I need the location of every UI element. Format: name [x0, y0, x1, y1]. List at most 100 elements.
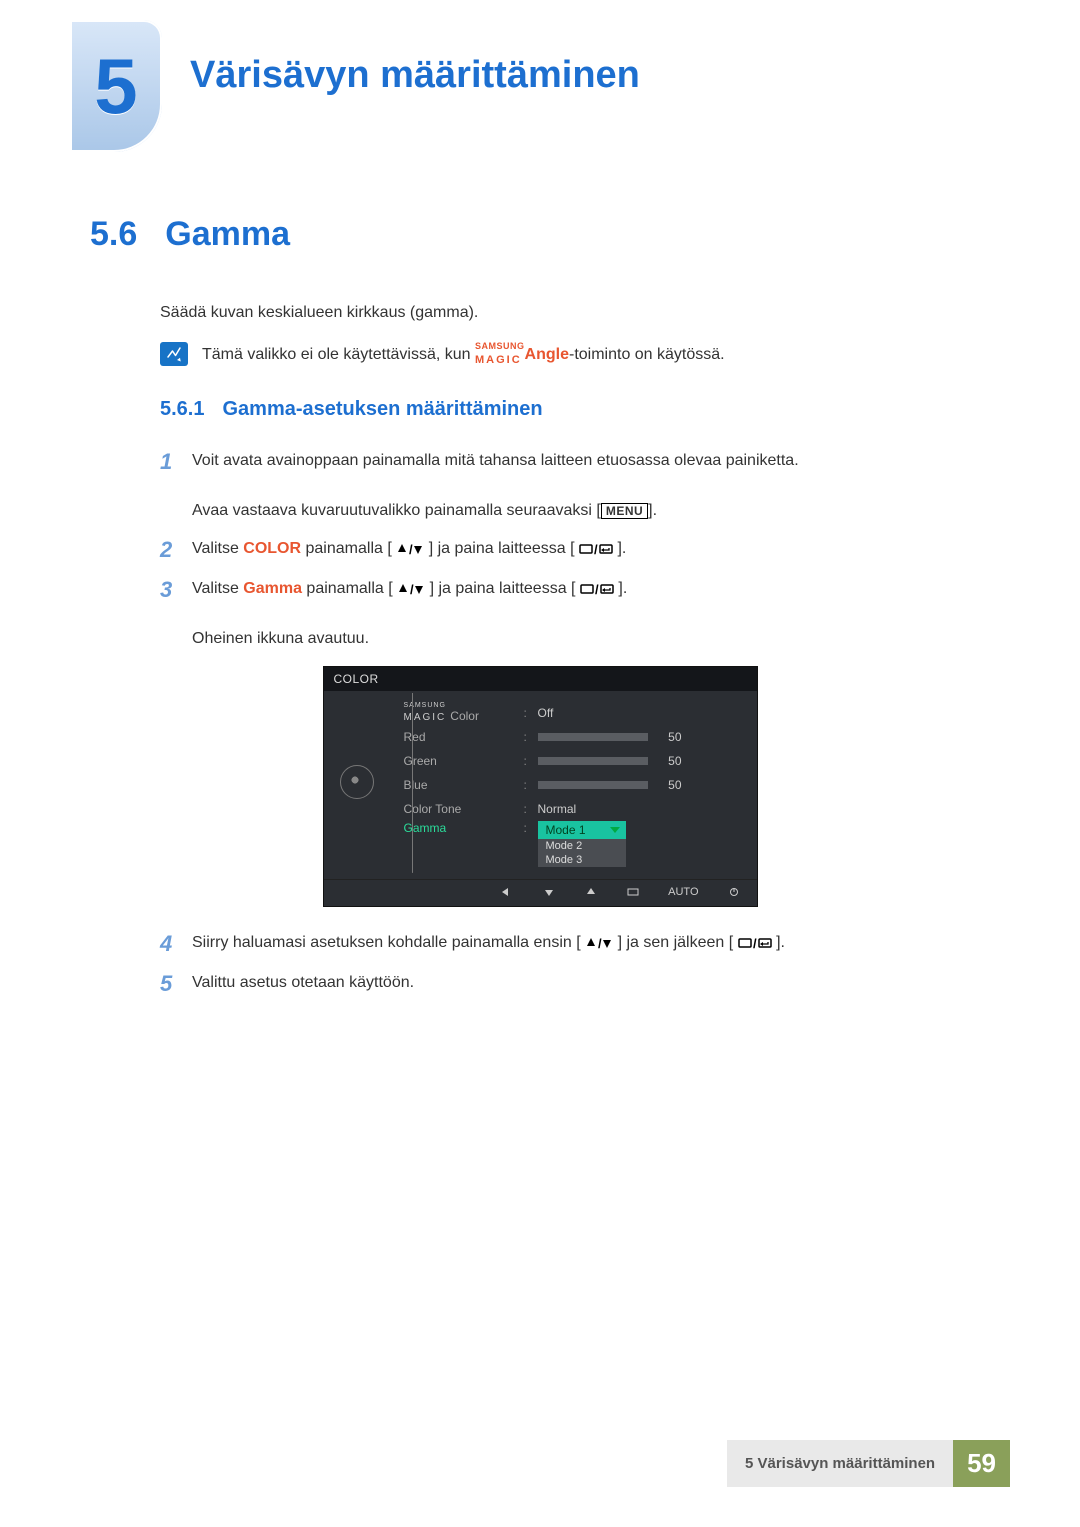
- step-3-mid: painamalla [: [302, 580, 393, 597]
- slider-bar: [538, 733, 648, 741]
- nav-auto-label: AUTO: [668, 886, 698, 898]
- subsection-heading: 5.6.1 Gamma-asetuksen määrittäminen: [160, 398, 990, 421]
- subsection-number: 5.6.1: [160, 398, 204, 421]
- step-3-after: Oheinen ikkuna avautuu.: [192, 630, 369, 647]
- step-2-end: ].: [617, 540, 626, 557]
- osd-row-magic-color: SAMSUNG MAGIC Color : Off: [404, 701, 739, 725]
- osd-label: SAMSUNG MAGIC Color: [404, 702, 524, 723]
- manual-page: 5 Värisävyn määrittäminen 5.6 Gamma Sääd…: [0, 0, 1080, 1527]
- svg-text:/: /: [598, 936, 602, 950]
- step-text: Voit avata avainoppaan painamalla mitä t…: [192, 449, 799, 523]
- step-3-mid2: ] ja paina laitteessa [: [430, 580, 576, 597]
- slider-bar: [538, 781, 648, 789]
- step-1-line1: Voit avata avainoppaan painamalla mitä t…: [192, 452, 799, 469]
- power-icon: [727, 886, 741, 898]
- step-2-pre: Valitse: [192, 540, 243, 557]
- slider-bar: [538, 757, 648, 765]
- nav-up-icon: [584, 886, 598, 898]
- up-down-arrow-icon: /: [396, 542, 424, 556]
- osd-row-red: Red : 50: [404, 725, 739, 749]
- step-2-mid: painamalla [: [301, 540, 392, 557]
- section-heading: 5.6 Gamma: [90, 215, 990, 254]
- step-1-line2-pre: Avaa vastaava kuvaruutuvalikko painamall…: [192, 502, 601, 519]
- svg-text:/: /: [595, 582, 599, 596]
- osd-row-green: Green : 50: [404, 749, 739, 773]
- step-text: Siirry haluamasi asetuksen kohdalle pain…: [192, 931, 785, 957]
- osd-left-column: [340, 701, 394, 873]
- step-text: Valitse Gamma painamalla [ / ] ja paina …: [192, 577, 627, 651]
- nav-down-icon: [542, 886, 556, 898]
- step-3-pre: Valitse: [192, 580, 243, 597]
- note-text: Tämä valikko ei ole käytettävissä, kun S…: [202, 342, 725, 368]
- step-text: Valittu asetus otetaan käyttöön.: [192, 971, 414, 997]
- osd-title: COLOR: [324, 667, 757, 691]
- step-5: 5 Valittu asetus otetaan käyttöön.: [160, 971, 990, 997]
- chapter-title: Värisävyn määrittäminen: [190, 54, 640, 97]
- osd-row-gamma: Gamma : Mode 1 Mode 2 Mode 3: [404, 821, 739, 867]
- note-text-prefix: Tämä valikko ei ole käytettävissä, kun: [202, 346, 475, 363]
- source-enter-icon: /: [579, 542, 613, 556]
- step-4-mid: ] ja sen jälkeen [: [618, 934, 734, 951]
- osd-value: 50: [658, 754, 682, 768]
- svg-text:/: /: [594, 542, 598, 556]
- footer-page-number: 59: [953, 1440, 1010, 1487]
- up-down-arrow-icon: /: [585, 936, 613, 950]
- up-down-arrow-icon: /: [397, 582, 425, 596]
- brand-angle: Angle: [525, 346, 569, 363]
- step-3-end: ].: [618, 580, 627, 597]
- page-footer: 5 Värisävyn määrittäminen 59: [70, 1440, 1010, 1487]
- osd-label: Red: [404, 730, 524, 744]
- osd-value: 50: [658, 778, 682, 792]
- samsung-magic-brand: SAMSUNG MAGIC: [475, 342, 525, 368]
- chapter-header: 5 Värisävyn määrittäminen: [70, 20, 1010, 175]
- osd-value: 50: [658, 730, 682, 744]
- osd-label: Blue: [404, 778, 524, 792]
- chapter-number-badge: 5: [70, 20, 162, 152]
- samsung-magic-brand-small: SAMSUNG MAGIC: [404, 702, 447, 723]
- note-text-suffix: -toiminto on käytössä.: [569, 346, 725, 363]
- step-3: 3 Valitse Gamma painamalla [ / ] ja pain…: [160, 577, 990, 651]
- step-4-pre: Siirry haluamasi asetuksen kohdalle pain…: [192, 934, 581, 951]
- source-enter-icon: /: [738, 936, 772, 950]
- section-number: 5.6: [90, 215, 137, 254]
- step-1-line2-post: ].: [648, 502, 657, 519]
- osd-screenshot: COLOR SAMSUNG MAGIC Color: [90, 666, 990, 907]
- subsection-title: Gamma-asetuksen määrittäminen: [222, 398, 542, 421]
- osd-label: Color Tone: [404, 802, 524, 816]
- osd-label: Green: [404, 754, 524, 768]
- svg-text:/: /: [409, 542, 413, 556]
- step-number: 2: [160, 537, 192, 563]
- menu-label-box: MENU: [601, 503, 648, 519]
- step-number: 1: [160, 449, 192, 523]
- note-row: Tämä valikko ei ole käytettävissä, kun S…: [160, 342, 990, 368]
- gamma-option: Mode 2: [538, 839, 626, 853]
- step-2-mid2: ] ja paina laitteessa [: [429, 540, 575, 557]
- svg-text:/: /: [410, 582, 414, 596]
- osd-rows: SAMSUNG MAGIC Color : Off Red : 50: [404, 701, 739, 873]
- nav-enter-icon: [626, 886, 640, 898]
- brand-samsung: SAMSUNG: [475, 342, 525, 350]
- step-4: 4 Siirry haluamasi asetuksen kohdalle pa…: [160, 931, 990, 957]
- osd-row-blue: Blue : 50: [404, 773, 739, 797]
- step-number: 5: [160, 971, 192, 997]
- gamma-selected-option: Mode 1: [538, 821, 626, 839]
- osd-label-active: Gamma: [404, 821, 524, 835]
- step-4-end: ].: [776, 934, 785, 951]
- step-1: 1 Voit avata avainoppaan painamalla mitä…: [160, 449, 990, 523]
- step-text: Valitse COLOR painamalla [ / ] ja paina …: [192, 537, 626, 563]
- section-title: Gamma: [165, 215, 290, 254]
- brand-magic: MAGIC: [475, 354, 522, 366]
- osd-panel: COLOR SAMSUNG MAGIC Color: [323, 666, 758, 907]
- step-3-gamma: Gamma: [243, 580, 302, 597]
- osd-row-color-tone: Color Tone : Normal: [404, 797, 739, 821]
- osd-value: Normal: [538, 802, 577, 816]
- step-2: 2 Valitse COLOR painamalla [ / ] ja pain…: [160, 537, 990, 563]
- intro-text: Säädä kuvan keskialueen kirkkaus (gamma)…: [160, 304, 990, 322]
- osd-footer: AUTO: [324, 879, 757, 906]
- footer-chapter-label: 5 Värisävyn määrittäminen: [727, 1440, 953, 1487]
- note-icon: [160, 342, 188, 366]
- palette-icon: [340, 765, 374, 799]
- step-2-color: COLOR: [243, 540, 301, 557]
- svg-text:/: /: [753, 936, 757, 950]
- osd-value: Off: [538, 706, 554, 720]
